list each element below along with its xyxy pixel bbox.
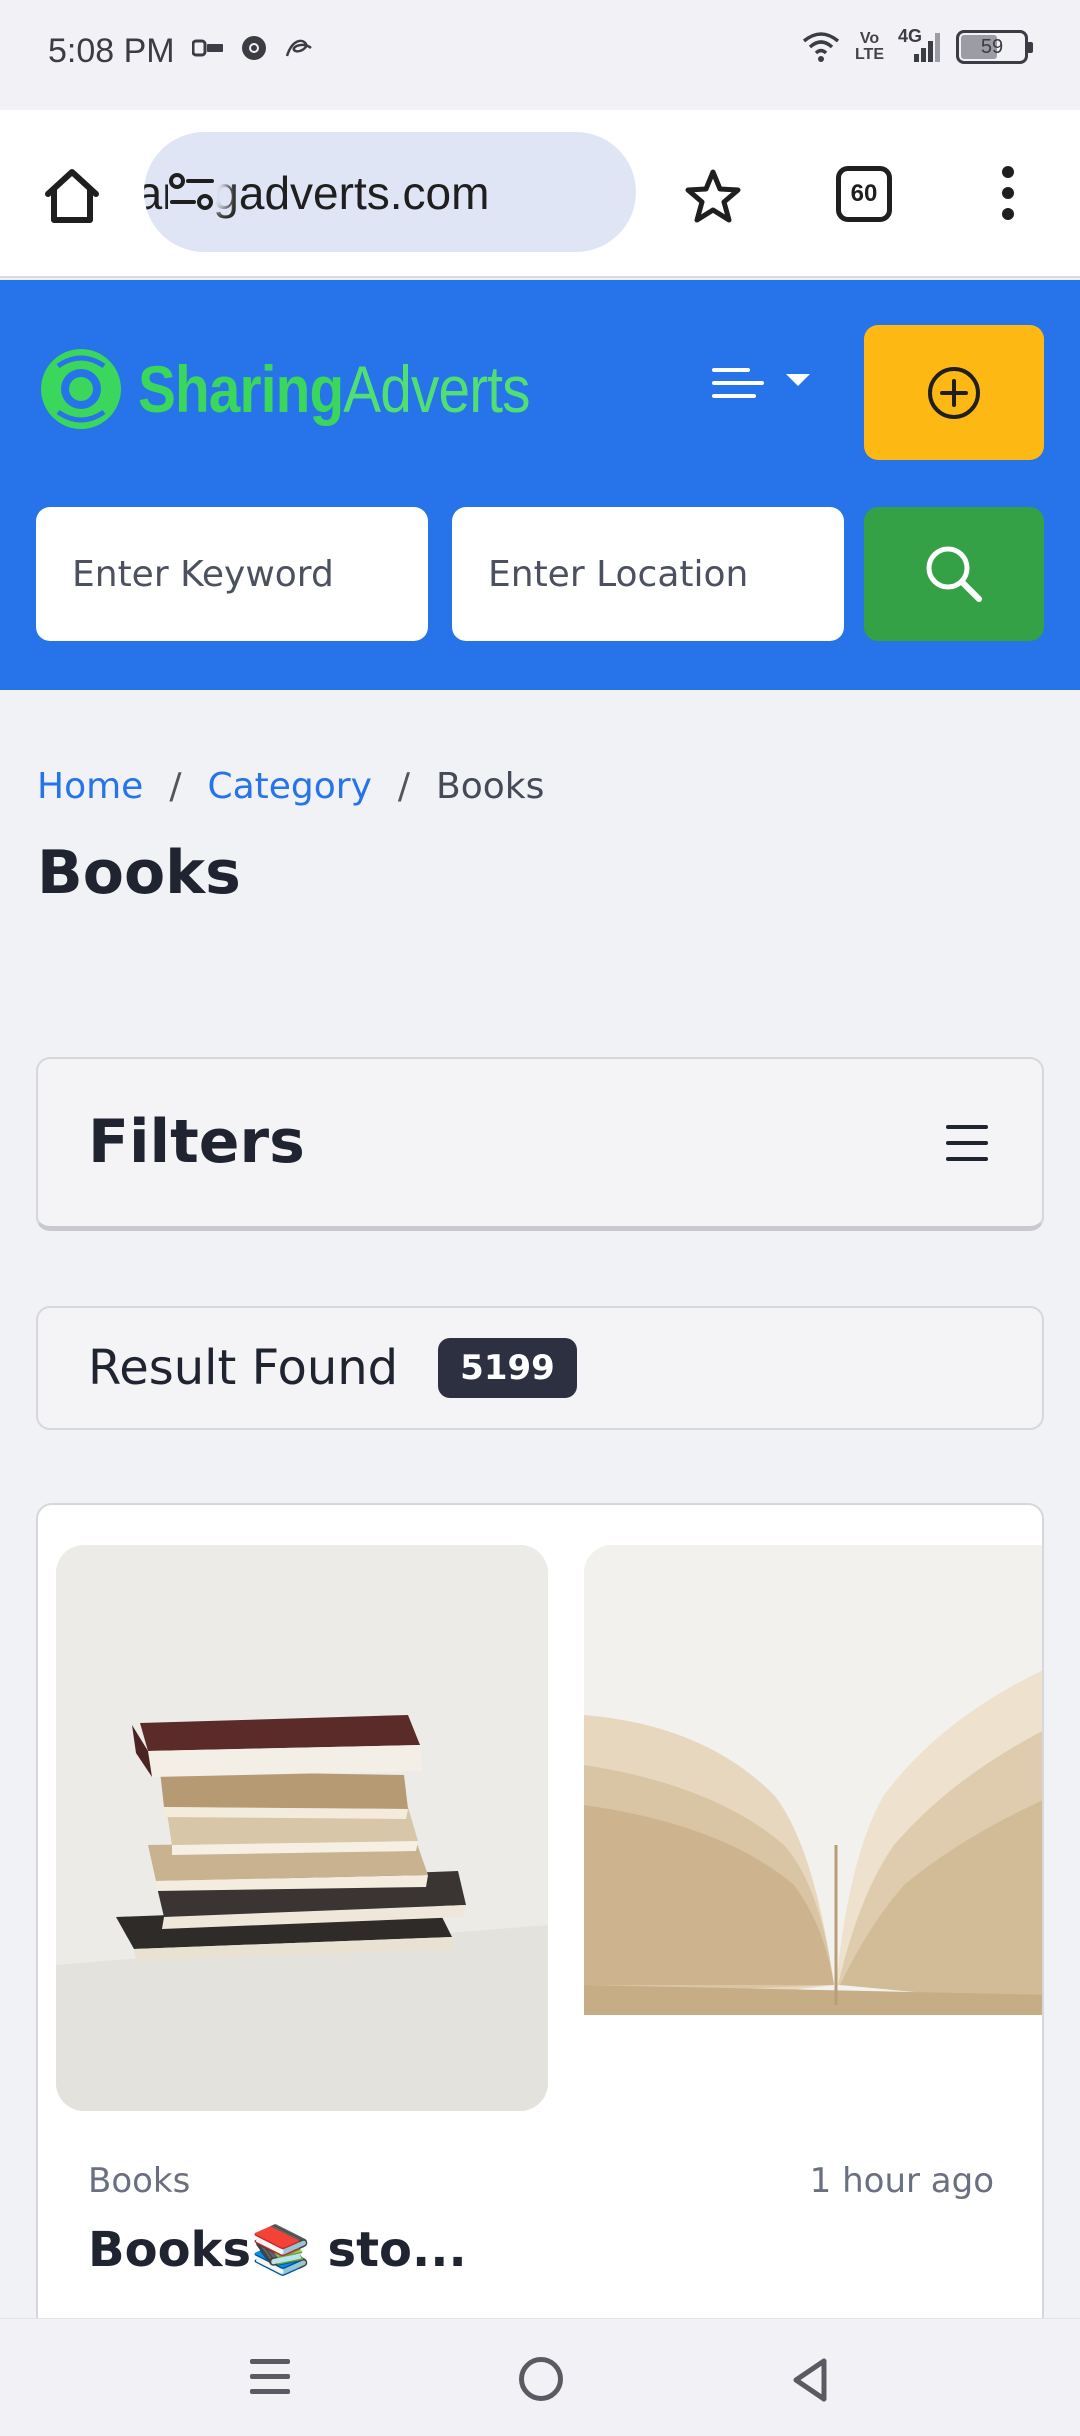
breadcrumb-separator: / <box>169 766 182 807</box>
site-logo[interactable]: SharingAdverts <box>38 330 593 448</box>
home-circle-icon[interactable] <box>519 2357 563 2401</box>
status-system-icons: Vo LTE 4G 59 <box>801 26 1033 64</box>
logo-text: SharingAdverts <box>138 352 531 426</box>
location-input[interactable] <box>452 507 844 641</box>
logo-mark-icon <box>41 349 121 429</box>
signal-indicator: 4G <box>898 26 942 64</box>
post-ad-button[interactable] <box>864 325 1044 460</box>
listing-category: Books <box>88 2161 191 2201</box>
ink-icon <box>285 39 312 57</box>
keyword-input[interactable] <box>36 507 428 641</box>
filters-title: Filters <box>88 1107 305 1177</box>
status-bar: 5:08 PM Vo LTE 4G 59 <box>0 0 1080 110</box>
book-stack-image <box>56 1545 548 2111</box>
nav-menu-toggle[interactable] <box>712 368 810 398</box>
breadcrumb-category[interactable]: Category <box>207 766 371 807</box>
volte-indicator: Vo LTE <box>854 30 884 63</box>
breadcrumb-separator: / <box>397 766 411 807</box>
listing-title[interactable]: Books📚 sto... <box>88 2221 467 2278</box>
signal-icon <box>914 33 940 62</box>
open-book-image <box>584 1545 1042 2111</box>
breadcrumb-home[interactable]: Home <box>37 766 143 807</box>
recent-apps-icon[interactable] <box>250 2359 290 2394</box>
outlook-icon <box>192 39 223 57</box>
listing-card[interactable]: Books 1 hour ago Books📚 sto... <box>36 1503 1044 2436</box>
listing-image[interactable] <box>56 1545 548 2111</box>
tabs-icon[interactable]: 60 <box>836 166 892 222</box>
status-time: 5:08 PM <box>48 32 175 70</box>
page-title: Books <box>37 838 241 908</box>
listing-image[interactable] <box>584 1545 1042 2111</box>
search-button[interactable] <box>864 507 1044 641</box>
status-notification-icons <box>192 34 314 62</box>
menu-lines-icon <box>712 368 764 398</box>
filters-menu-icon[interactable] <box>946 1125 988 1161</box>
results-label: Result Found <box>88 1340 399 1396</box>
results-bar: Result Found 5199 <box>36 1306 1044 1430</box>
battery-icon: 59 <box>956 30 1033 64</box>
listing-time: 1 hour ago <box>809 2161 994 2201</box>
results-count-badge: 5199 <box>438 1338 577 1398</box>
back-icon[interactable] <box>790 2357 830 2403</box>
filters-panel[interactable]: Filters <box>36 1057 1044 1231</box>
caret-down-icon <box>786 374 810 386</box>
system-nav-bar <box>0 2318 1080 2436</box>
search-icon <box>926 546 982 602</box>
more-vert-icon[interactable] <box>998 166 1018 226</box>
breadcrumb: Home / Category / Books <box>37 766 544 807</box>
site-settings-icon[interactable] <box>168 172 216 212</box>
site-header: SharingAdverts <box>0 280 1080 690</box>
address-bar[interactable]: sharingadverts.com <box>144 132 636 252</box>
wifi-icon <box>802 32 840 62</box>
browser-toolbar: sharingadverts.com 60 <box>0 110 1080 278</box>
breadcrumb-current: Books <box>436 766 545 807</box>
home-icon[interactable] <box>40 164 104 228</box>
chrome-icon <box>242 36 266 60</box>
bookmark-star-icon[interactable] <box>684 168 742 224</box>
plus-circle-icon <box>928 366 980 419</box>
